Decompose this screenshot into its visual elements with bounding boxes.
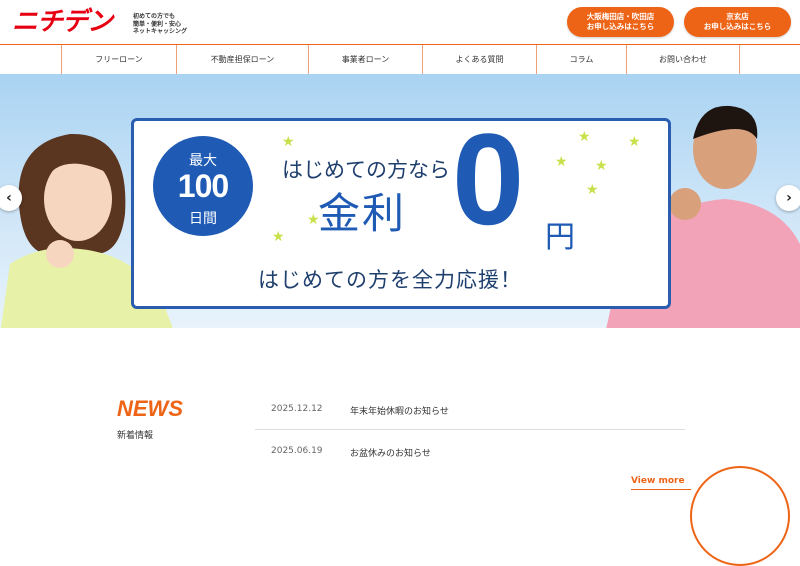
news-title-link[interactable]: 年末年始休暇のお知らせ bbox=[350, 404, 449, 417]
badge-top-text: 最大 bbox=[189, 153, 217, 169]
news-date: 2025.12.12 bbox=[271, 404, 323, 414]
news-item[interactable]: 2025.12.12 年末年始休暇のお知らせ bbox=[255, 390, 685, 430]
news-heading: NEWS bbox=[117, 396, 183, 421]
nav-free-loan[interactable]: フリーローン bbox=[61, 45, 176, 74]
nav-business-loan[interactable]: 事業者ローン bbox=[308, 45, 422, 74]
news-subheading: 新着情報 bbox=[117, 431, 154, 441]
apply-osaka-store: 大阪梅田店・吹田店 bbox=[586, 12, 655, 21]
nav-faq[interactable]: よくある質問 bbox=[422, 45, 536, 74]
hero-yen-label: 円 bbox=[545, 220, 575, 255]
badge-bottom-text: 日間 bbox=[189, 211, 217, 227]
max-100-days-badge: 最大 100 日間 bbox=[153, 136, 253, 236]
view-more-underline bbox=[631, 489, 691, 490]
nav-contact[interactable]: お問い合わせ bbox=[626, 45, 740, 74]
hero-banner[interactable]: ★ ★ ★ ★ ★ ★ ★ ★ 最大 100 日間 はじめての方なら 金利 0 … bbox=[0, 74, 800, 328]
apply-osaka-button[interactable]: 大阪梅田店・吹田店 お申し込みはこちら bbox=[567, 7, 674, 37]
view-more-link[interactable]: View more bbox=[631, 476, 685, 486]
site-tagline: 初めての方でも 簡単・便利・安心 ネットキャッシング bbox=[133, 13, 203, 36]
view-more-circle[interactable] bbox=[690, 466, 790, 566]
star-icon: ★ bbox=[628, 134, 641, 150]
apply-kyoto-store: 京玄店 bbox=[726, 12, 749, 21]
news-date: 2025.06.19 bbox=[271, 446, 323, 456]
badge-number: 100 bbox=[177, 168, 229, 204]
site-logo[interactable]: ニチデン bbox=[12, 6, 113, 36]
apply-kyoto-button[interactable]: 京玄店 お申し込みはこちら bbox=[684, 7, 791, 37]
site-header: ニチデン 初めての方でも 簡単・便利・安心 ネットキャッシング 大阪梅田店・吹田… bbox=[0, 0, 800, 44]
chevron-right-icon: › bbox=[786, 190, 792, 206]
star-icon: ★ bbox=[555, 154, 568, 170]
star-icon: ★ bbox=[578, 129, 591, 145]
star-icon: ★ bbox=[272, 229, 285, 245]
nav-real-estate-loan[interactable]: 不動産担保ローン bbox=[176, 45, 308, 74]
news-title-link[interactable]: お盆休みのお知らせ bbox=[350, 446, 431, 459]
carousel-next-button[interactable]: › bbox=[776, 185, 800, 211]
tagline-line-3: ネットキャッシング bbox=[133, 28, 188, 35]
chevron-left-icon: ‹ bbox=[6, 190, 12, 206]
star-icon: ★ bbox=[282, 134, 295, 150]
apply-osaka-label: お申し込みはこちら bbox=[586, 22, 655, 31]
star-icon: ★ bbox=[595, 158, 608, 174]
hero-subheadline: はじめての方を全力応援！ bbox=[258, 268, 522, 292]
hero-interest-label: 金利 bbox=[318, 189, 407, 238]
news-item[interactable]: 2025.06.19 お盆休みのお知らせ bbox=[255, 432, 685, 472]
apply-kyoto-label: お申し込みはこちら bbox=[703, 22, 772, 31]
tagline-line-2: 簡単・便利・安心 bbox=[133, 20, 182, 28]
tagline-line-1: 初めての方でも bbox=[133, 13, 176, 20]
main-nav: フリーローン 不動産担保ローン 事業者ローン よくある質問 コラム お問い合わせ bbox=[0, 44, 800, 74]
hero-zero-number: 0 bbox=[452, 106, 525, 252]
nav-column[interactable]: コラム bbox=[536, 45, 626, 74]
star-icon: ★ bbox=[586, 182, 599, 198]
